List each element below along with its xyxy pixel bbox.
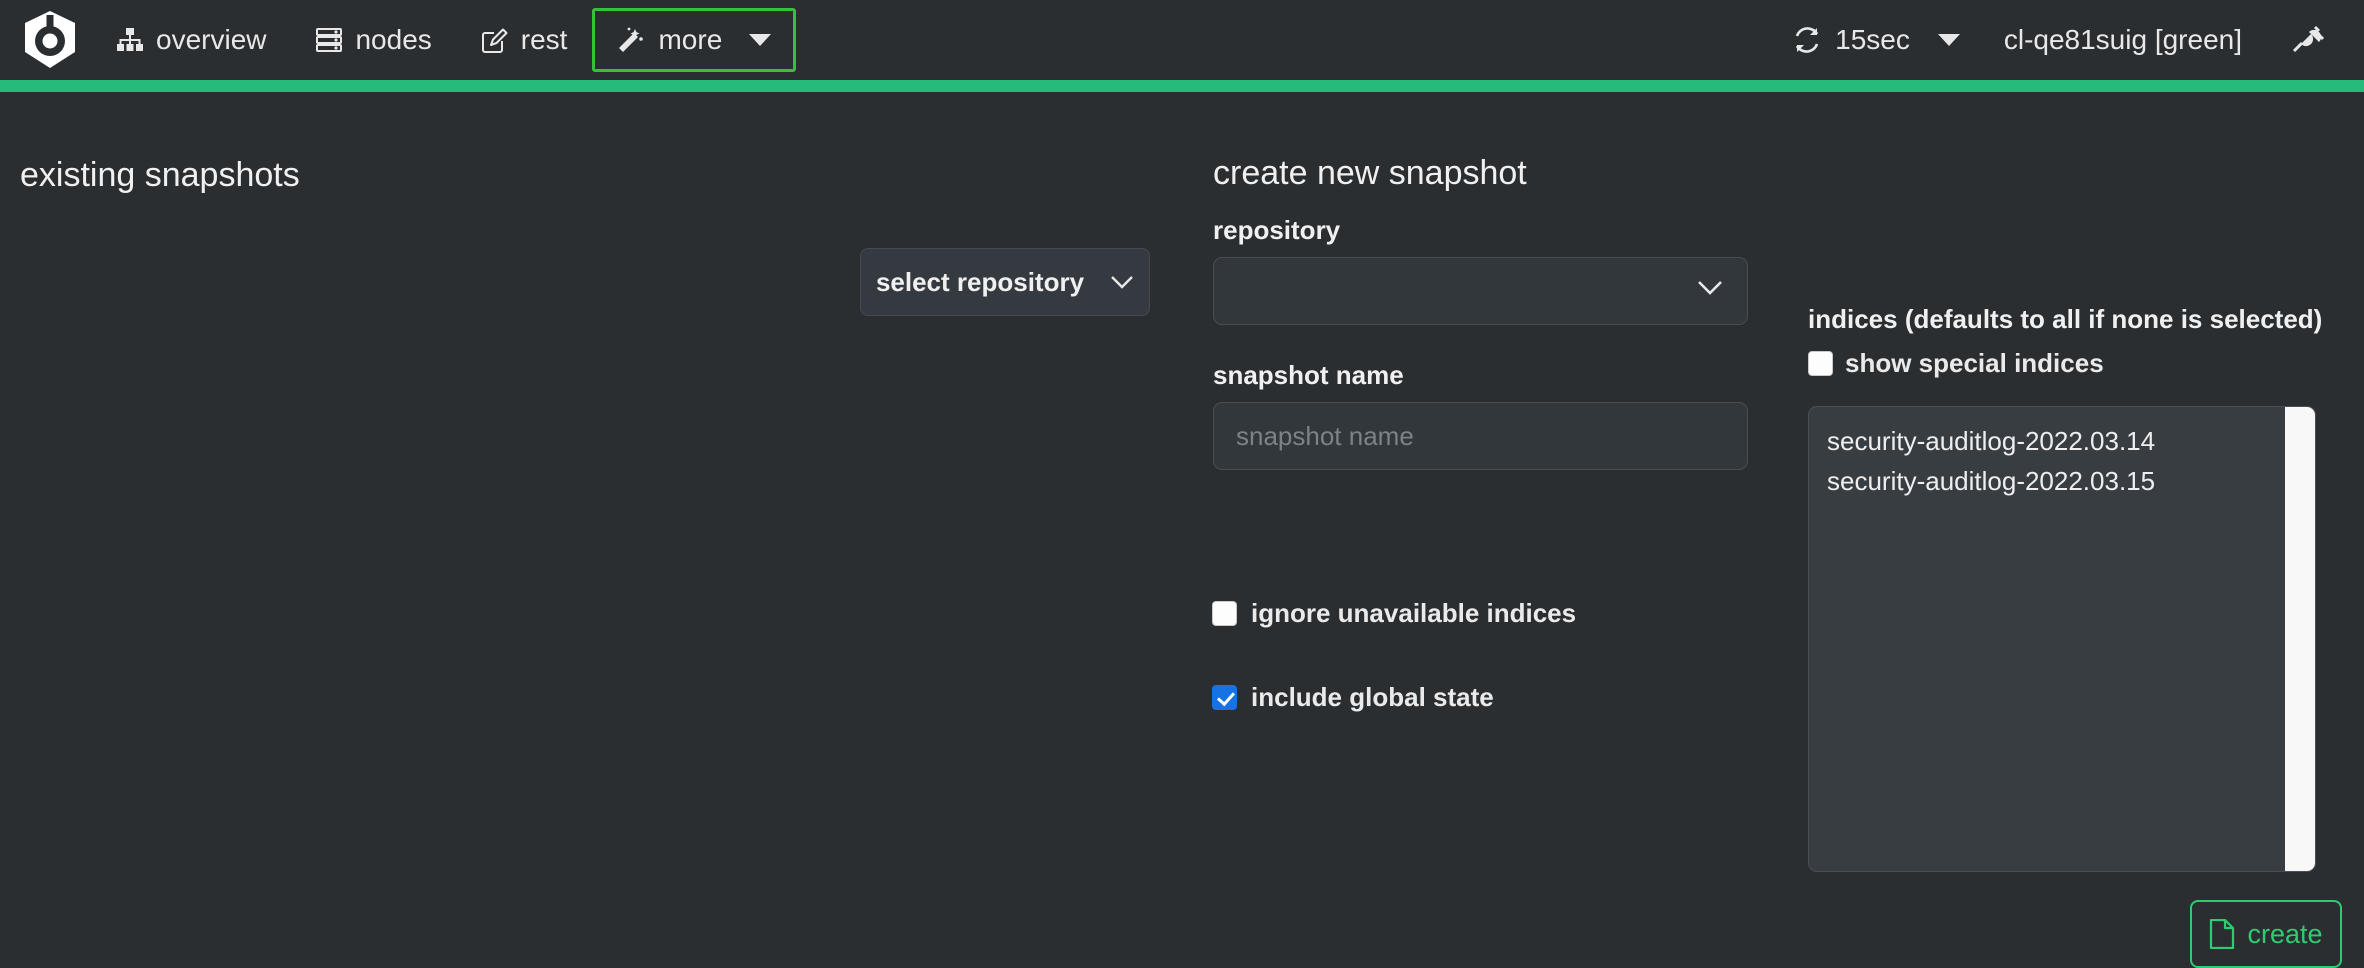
list-item[interactable]: security-auditlog-2022.03.15 xyxy=(1827,461,2269,501)
top-navbar: overview nodes xyxy=(0,0,2364,80)
nav-item-more[interactable]: more xyxy=(592,8,796,72)
cerebro-logo[interactable] xyxy=(8,0,92,80)
snapshot-name-label: snapshot name xyxy=(1213,360,1404,391)
navbar-left-group: overview nodes xyxy=(0,0,796,80)
existing-snapshots-title: existing snapshots xyxy=(20,156,300,195)
page-content: existing snapshots select repository cre… xyxy=(0,92,2364,918)
ignore-unavailable-indices-row[interactable]: ignore unavailable indices xyxy=(1212,598,1576,629)
include-global-state-row[interactable]: include global state xyxy=(1212,682,1494,713)
sitemap-icon xyxy=(117,28,143,52)
refresh-interval-label: 15sec xyxy=(1835,24,1910,56)
magic-wand-icon xyxy=(617,26,645,54)
create-button-label: create xyxy=(2247,919,2322,950)
ignore-unavailable-indices-checkbox[interactable] xyxy=(1212,601,1237,626)
nav-item-overview-label: overview xyxy=(156,24,266,56)
navbar-right-group: 15sec cl-qe81suig [green] xyxy=(1775,0,2364,80)
chevron-down-icon xyxy=(749,34,771,46)
file-icon xyxy=(2209,919,2235,949)
nav-item-rest-label: rest xyxy=(521,24,568,56)
chevron-down-icon xyxy=(1110,275,1134,290)
include-global-state-label: include global state xyxy=(1251,682,1494,713)
create-new-snapshot-title: create new snapshot xyxy=(1213,154,1527,193)
select-repository-dropdown[interactable]: select repository xyxy=(860,248,1150,316)
nav-item-overview[interactable]: overview xyxy=(92,8,291,72)
nav-item-nodes-label: nodes xyxy=(355,24,431,56)
nav-item-nodes[interactable]: nodes xyxy=(291,8,456,72)
disconnect-button[interactable] xyxy=(2268,25,2342,55)
show-special-indices-row[interactable]: show special indices xyxy=(1808,348,2104,379)
nav-item-rest[interactable]: rest xyxy=(457,8,593,72)
repository-label: repository xyxy=(1213,215,1340,246)
snapshot-name-input[interactable] xyxy=(1213,402,1748,470)
create-button[interactable]: create xyxy=(2190,900,2342,968)
cerebro-logo-icon xyxy=(22,10,78,70)
accent-bar xyxy=(0,80,2364,92)
list-item[interactable]: security-auditlog-2022.03.14 xyxy=(1827,421,2269,461)
cluster-status-label[interactable]: cl-qe81suig [green] xyxy=(1978,24,2268,56)
include-global-state-checkbox[interactable] xyxy=(1212,685,1237,710)
indices-option-list: security-auditlog-2022.03.14 security-au… xyxy=(1809,421,2287,501)
indices-label: indices (defaults to all if none is sele… xyxy=(1808,304,2322,335)
show-special-indices-checkbox[interactable] xyxy=(1808,351,1833,376)
repository-select[interactable] xyxy=(1213,257,1748,325)
server-stack-icon xyxy=(316,28,342,52)
chevron-down-icon xyxy=(1938,34,1960,46)
indices-listbox[interactable]: security-auditlog-2022.03.14 security-au… xyxy=(1808,406,2316,872)
nav-item-more-label: more xyxy=(658,24,722,56)
indices-scrollbar[interactable] xyxy=(2285,407,2315,872)
refresh-interval-selector[interactable]: 15sec xyxy=(1775,24,1978,56)
ignore-unavailable-indices-label: ignore unavailable indices xyxy=(1251,598,1576,629)
pencil-square-icon xyxy=(482,27,508,53)
select-repository-label: select repository xyxy=(876,267,1084,298)
refresh-icon xyxy=(1793,26,1821,54)
show-special-indices-label: show special indices xyxy=(1845,348,2104,379)
plug-disconnect-icon xyxy=(2290,25,2324,55)
